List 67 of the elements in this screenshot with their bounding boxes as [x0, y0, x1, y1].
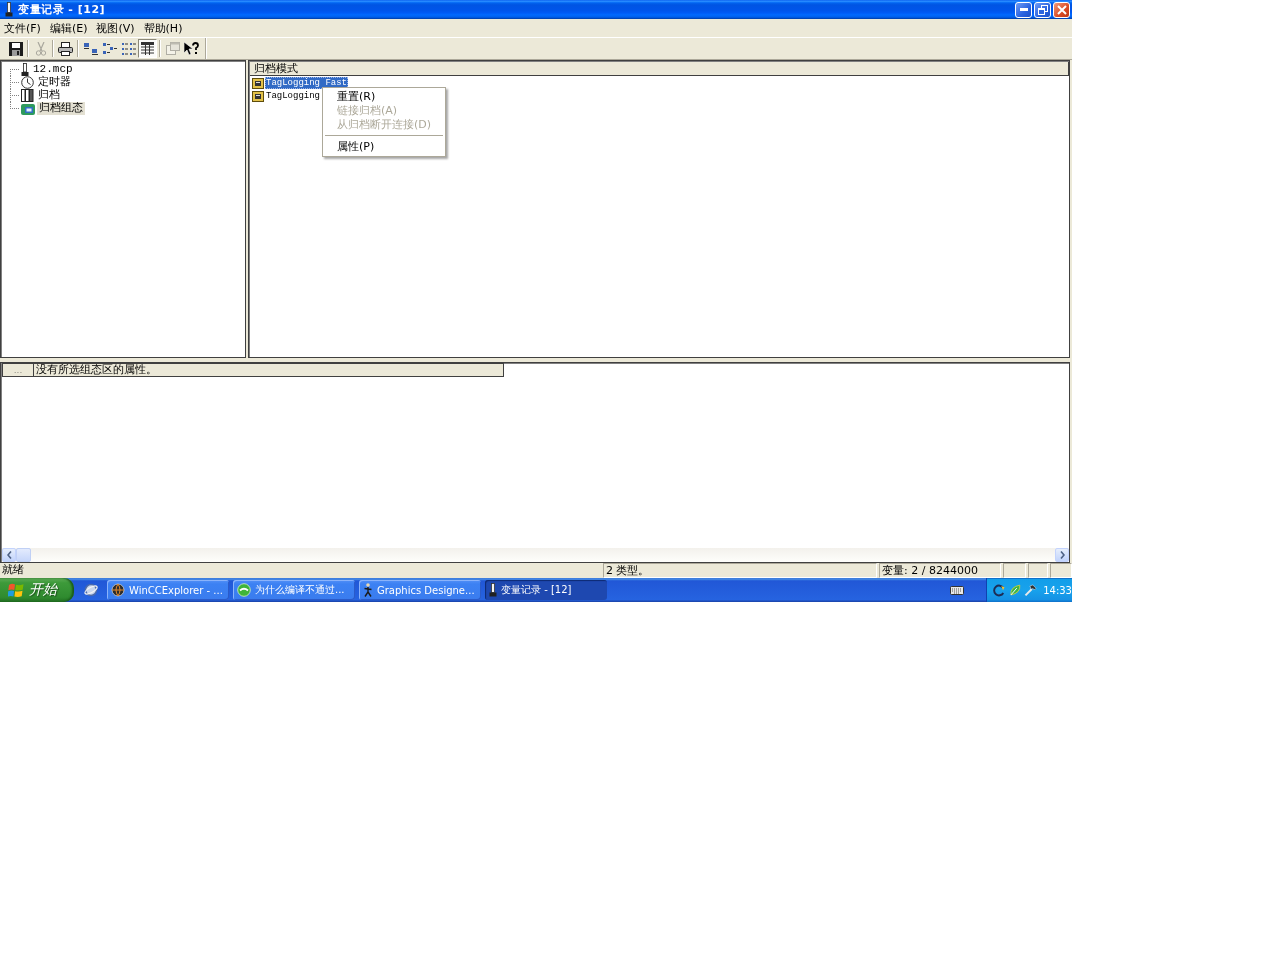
keyboard-icon[interactable] [950, 585, 964, 595]
list-item[interactable]: TagLogging [265, 89, 321, 102]
status-pane [1028, 563, 1048, 578]
menu-item[interactable]: 帮助(H) [140, 20, 186, 36]
menu-item[interactable]: 属性(P) [323, 140, 446, 154]
taskbar-button[interactable]: 为什么编译不通过... [233, 580, 355, 600]
taskbar-button[interactable]: 变量记录 - [12] [485, 580, 607, 600]
orbit-icon[interactable] [83, 583, 98, 597]
archive-box-icon [252, 89, 264, 102]
disc-logo-icon [237, 583, 251, 597]
start-button[interactable]: 开始 [0, 578, 74, 602]
minimize-icon [1019, 8, 1028, 11]
minimize-button[interactable] [1015, 1, 1032, 18]
thermometer-icon [21, 63, 29, 76]
status-text: 就绪 [1, 563, 25, 578]
config-box-icon [21, 102, 35, 115]
clock-icon [21, 76, 34, 89]
window-title: 变量记录 - [12] [18, 2, 106, 17]
menu-item[interactable]: 编辑(E) [46, 20, 91, 36]
horizontal-scrollbar[interactable] [2, 548, 1069, 562]
scroll-left-button[interactable] [2, 548, 16, 562]
thermometer-icon [489, 583, 497, 597]
list-view-icon [121, 42, 136, 55]
scissors-icon [34, 41, 47, 56]
tree-item[interactable]: 归档 [36, 89, 62, 102]
hammer-icon[interactable] [1024, 583, 1038, 597]
windows-flag-icon [8, 582, 24, 598]
menu-item[interactable]: 视图(V) [93, 20, 138, 36]
restore-icon [1037, 4, 1048, 15]
taskbar-button[interactable]: WinCCExplorer - ... [107, 580, 229, 600]
help-cursor-icon [184, 41, 199, 56]
tree-item[interactable]: 归档组态 [37, 102, 85, 115]
column-header[interactable]: 归档模式 [250, 62, 1069, 76]
taskbar-button[interactable]: Graphics Designe... [359, 580, 481, 600]
binders-icon [21, 89, 34, 102]
globe-icon [111, 583, 125, 597]
tree-item[interactable]: 定时器 [36, 76, 73, 89]
stick-figure-icon [363, 583, 373, 597]
small-icons-icon [102, 42, 117, 55]
restore-button[interactable] [1034, 1, 1051, 18]
menu-item[interactable]: 重置(R) [323, 90, 446, 104]
status-pane [1003, 563, 1026, 578]
scroll-thumb[interactable] [16, 548, 31, 562]
tree-item[interactable]: 12.mcp [31, 63, 75, 76]
close-button[interactable] [1053, 1, 1070, 18]
scroll-right-button[interactable] [1055, 548, 1069, 562]
properties-icon [165, 42, 180, 55]
menu-item[interactable]: 文件(F) [1, 20, 44, 36]
status-text: 2 类型。 [603, 563, 877, 578]
archive-box-icon [252, 76, 264, 89]
chevron-right-icon [1059, 551, 1065, 559]
chevron-left-icon [6, 551, 12, 559]
close-icon [1056, 4, 1067, 15]
circular-arrow-icon[interactable] [993, 583, 1006, 597]
clock: 14:33 [1043, 584, 1072, 596]
save-button[interactable] [6, 39, 25, 58]
printer-icon [58, 41, 73, 56]
status-text: 变量: 2 / 8244000 [879, 563, 1001, 578]
list-item[interactable]: TagLogging Fast [265, 76, 348, 89]
help-button[interactable] [182, 39, 201, 58]
large-icons-icon [83, 42, 98, 55]
details-view-icon [141, 42, 154, 55]
status-pane [1050, 563, 1072, 578]
thermometer-icon [5, 2, 13, 17]
details-view-button[interactable] [138, 39, 157, 58]
message-text: 没有所选组态区的属性。 [35, 364, 157, 376]
print-button[interactable] [56, 39, 75, 58]
